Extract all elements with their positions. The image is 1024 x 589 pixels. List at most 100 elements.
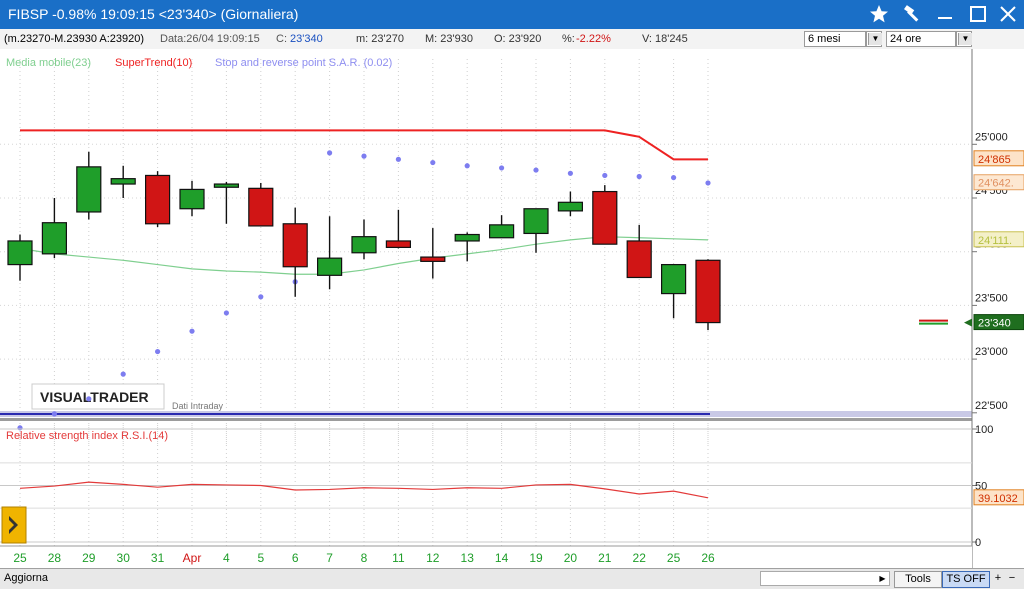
date-tick-label: 7 <box>326 551 333 565</box>
date-tick-label: 5 <box>257 551 264 565</box>
candle-body <box>213 183 239 188</box>
open-text: O: 23'920 <box>494 33 542 45</box>
legend-sar: Stop and reverse point S.A.R. (0.02) <box>215 57 392 69</box>
date-tick-label: 4 <box>223 551 230 565</box>
panel-divider <box>0 418 972 421</box>
candle-body <box>248 187 274 227</box>
candle-body <box>110 178 136 185</box>
grid <box>0 59 972 546</box>
sar-dot <box>430 159 436 166</box>
date-tick-label: 30 <box>117 551 131 565</box>
watermark-logo: VISUALTRADER <box>40 389 149 405</box>
panel-separator <box>0 411 972 421</box>
sar-dot <box>395 156 401 162</box>
price-badge-label: 24'642. <box>978 178 1014 190</box>
sar-dot <box>533 167 539 173</box>
sar-dot <box>120 371 126 377</box>
minimize-icon[interactable] <box>932 3 958 25</box>
range-text: (m.23270-M.23930 A:23920) <box>4 33 145 45</box>
pct-value: -2.22% <box>576 33 611 45</box>
sar-dot <box>189 328 195 334</box>
date-tick-label: 21 <box>598 551 612 565</box>
min-text: m: 23'270 <box>356 33 404 45</box>
tools-button[interactable]: Tools <box>894 571 942 588</box>
date-tick-label: 14 <box>495 551 509 565</box>
chart-area[interactable]: Dati Intraday VISUALTRADER Media mobile(… <box>0 49 1024 568</box>
maximize-icon[interactable] <box>965 3 991 25</box>
price-badge-label: 23'340 <box>978 318 1011 330</box>
title-bar: FIBSP -0.98% 19:09:15 <23'340> (Giornali… <box>0 0 1024 29</box>
horizontal-scrollbar[interactable] <box>760 571 890 586</box>
rsi-tick-label: 100 <box>975 424 993 436</box>
quote-info-bar: (m.23270-M.23930 A:23920) Data:26/04 19:… <box>0 29 1024 50</box>
volume-text: V: 18'245 <box>642 33 688 45</box>
last-price-arrow <box>964 318 972 327</box>
candle-body <box>317 257 343 276</box>
candle-body <box>557 201 584 212</box>
sar-dot <box>567 170 574 176</box>
candle-body <box>385 240 411 249</box>
axis-tick-label: 25'000 <box>975 131 1008 143</box>
sar-dot <box>155 348 161 355</box>
candle-body <box>454 233 480 242</box>
zoom-in-icon[interactable]: + <box>992 571 1004 586</box>
candle-body <box>145 174 171 225</box>
sar-dot <box>705 180 711 186</box>
hammer-icon[interactable] <box>899 3 925 25</box>
axis-tick-label: 22'500 <box>975 400 1008 412</box>
date-text: Data:26/04 19:09:15 <box>160 33 260 45</box>
candle-body <box>7 240 33 266</box>
sar-dot <box>602 172 608 179</box>
price-badge-label: 24'111. <box>978 235 1012 247</box>
candle-body <box>626 240 652 279</box>
legend: Media mobile(23) SuperTrend(10) Stop and… <box>6 57 392 69</box>
rsi-panel: Relative strength index R.S.I.(14) 10050… <box>0 424 1024 549</box>
sar-dot <box>464 163 470 169</box>
sar-dot <box>258 294 264 300</box>
scroll-right-icon[interactable]: ▶ <box>876 571 889 584</box>
date-tick-label: 26 <box>701 551 715 565</box>
period-select-dropdown[interactable]: ▼ <box>866 31 882 47</box>
date-tick-label: 19 <box>529 551 543 565</box>
candle-body <box>282 223 308 268</box>
sar-dot <box>671 174 677 181</box>
max-text: M: 23'930 <box>425 33 473 45</box>
date-tick-label: 25 <box>667 551 681 565</box>
interval-select-value: 24 ore <box>890 33 922 45</box>
candle-body <box>489 224 515 239</box>
date-axis-bg <box>0 546 972 568</box>
star-icon[interactable] <box>866 3 892 25</box>
ts-off-button[interactable]: TS OFF <box>942 571 990 588</box>
chart-canvas[interactable]: Dati Intraday VISUALTRADER Media mobile(… <box>0 49 1024 568</box>
aggiorna-button[interactable]: Aggiorna <box>4 571 48 586</box>
sar-dot <box>361 153 367 159</box>
date-tick-label: 11 <box>392 551 405 565</box>
window-title: FIBSP -0.98% 19:09:15 <23'340> (Giornali… <box>8 6 299 22</box>
sar-dot <box>51 411 58 417</box>
interval-select[interactable]: 24 ore <box>886 31 956 47</box>
bottom-bar: Aggiorna ▶ Tools TS OFF + − <box>0 568 1024 589</box>
close-value: 23'340 <box>290 33 323 45</box>
scroll-panel-button[interactable] <box>1 506 27 544</box>
sar-dot <box>636 173 642 180</box>
chevron-down-icon: ▼ <box>958 33 972 45</box>
zoom-out-icon[interactable]: − <box>1006 571 1018 586</box>
rsi-legend: Relative strength index R.S.I.(14) <box>6 430 168 442</box>
chevron-down-icon: ▼ <box>868 33 882 45</box>
price-badge-label: 24'865 <box>978 154 1011 166</box>
close-icon[interactable] <box>995 3 1021 25</box>
axis-tick-label: 23'500 <box>975 292 1008 304</box>
date-tick-label: 8 <box>361 551 368 565</box>
rsi-badge-label: 39.1032 <box>978 493 1018 505</box>
period-select[interactable]: 6 mesi <box>804 31 866 47</box>
interval-select-dropdown[interactable]: ▼ <box>956 31 972 47</box>
rsi-tick-label: 0 <box>975 537 981 549</box>
candle-body <box>179 188 205 210</box>
axis-tick-label: 23'000 <box>975 346 1008 358</box>
sar-dot <box>86 396 92 402</box>
candle-body <box>76 166 102 213</box>
candle-body <box>695 259 721 324</box>
chart-window: FIBSP -0.98% 19:09:15 <23'340> (Giornali… <box>0 0 1024 589</box>
sub-watermark: Dati Intraday <box>172 401 224 411</box>
date-tick-label: 13 <box>461 551 475 565</box>
